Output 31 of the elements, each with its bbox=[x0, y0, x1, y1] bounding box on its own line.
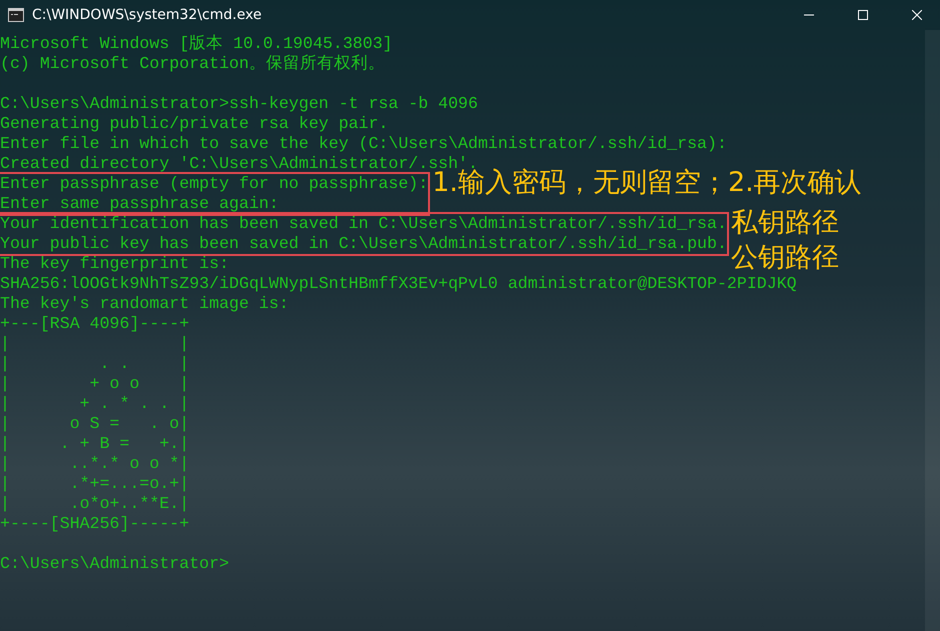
terminal-line: | . + B = +.| bbox=[0, 434, 190, 454]
terminal-line: Your identification has been saved in C:\Users\Administrator/.ssh/id_rsa. bbox=[0, 214, 727, 234]
terminal-line: Microsoft Windows [版本 10.0.19045.3803] bbox=[0, 34, 392, 54]
terminal-line: Generating public/private rsa key pair. bbox=[0, 114, 388, 134]
close-icon bbox=[912, 10, 922, 20]
terminal-line: (c) Microsoft Corporation。保留所有权利。 bbox=[0, 54, 385, 74]
console-app-icon bbox=[8, 8, 24, 22]
terminal-line: | + . * . . | bbox=[0, 394, 190, 414]
maximize-icon bbox=[858, 10, 868, 20]
terminal-line: | .o*o+..**E.| bbox=[0, 494, 190, 514]
terminal-line: +----[SHA256]-----+ bbox=[0, 514, 190, 534]
terminal-line: Enter passphrase (empty for no passphrase): bbox=[0, 174, 428, 194]
terminal-line: | + o o | bbox=[0, 374, 190, 394]
terminal-line: C:\Users\Administrator>ssh-keygen -t rsa -b 4096 bbox=[0, 94, 478, 114]
window-title: C:\WINDOWS\system32\cmd.exe bbox=[32, 7, 263, 23]
terminal-line: | .*+=...=o.+| bbox=[0, 474, 190, 494]
annotation-text: 私钥路径 bbox=[730, 206, 839, 240]
scrollbar[interactable] bbox=[925, 30, 940, 631]
terminal-line: The key fingerprint is: bbox=[0, 254, 230, 274]
terminal-line: Your public key has been saved in C:\Users\Administrator/.ssh/id_rsa.pub. bbox=[0, 234, 727, 254]
terminal-line: Enter same passphrase again: bbox=[0, 194, 279, 214]
terminal-line: SHA256:lOOGtk9NhTsZ93/iDGqLWNypLSntHBmffX3Ev+qPvL0 administrator@DESKTOP-2PIDJKQ bbox=[0, 274, 797, 294]
terminal-line: Enter file in which to save the key (C:\Users\Administrator/.ssh/id_rsa): bbox=[0, 134, 727, 154]
terminal-line: | | bbox=[0, 334, 190, 354]
terminal-line: +---[RSA 4096]----+ bbox=[0, 314, 190, 334]
terminal-line: | . . | bbox=[0, 354, 190, 374]
terminal-line: | o S = . o| bbox=[0, 414, 190, 434]
terminal-line: The key's randomart image is: bbox=[0, 294, 289, 314]
annotation-text: 公钥路径 bbox=[730, 241, 839, 275]
terminal-line: C:\Users\Administrator> bbox=[0, 554, 230, 574]
terminal-line: | ..*.* o o *| bbox=[0, 454, 190, 474]
